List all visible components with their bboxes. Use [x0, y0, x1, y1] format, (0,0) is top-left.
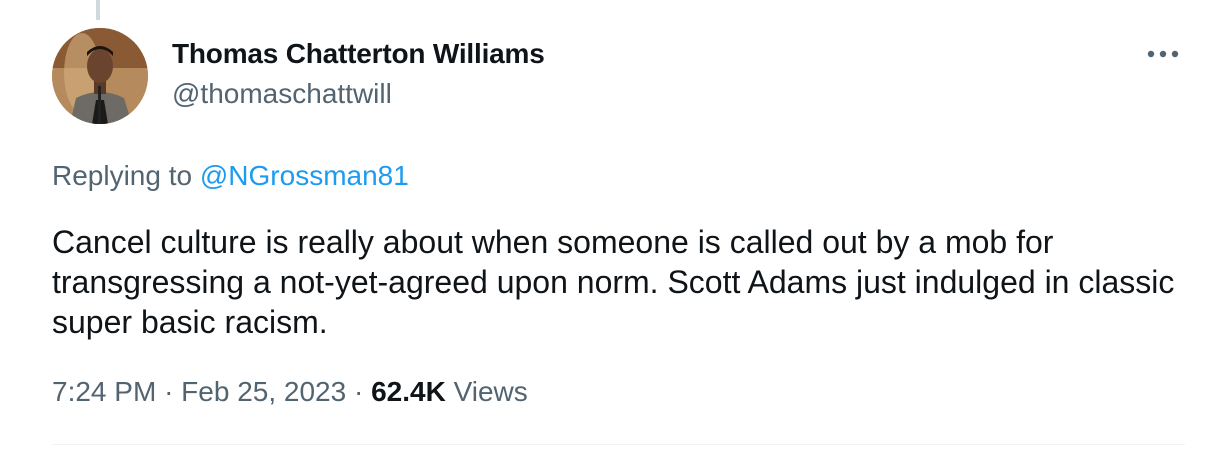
meta-separator: ·: [353, 376, 364, 407]
more-horizontal-icon: [1147, 50, 1179, 58]
divider: [52, 444, 1185, 445]
replying-to-label: Replying to: [52, 160, 193, 191]
tweet-date-link[interactable]: Feb 25, 2023: [181, 376, 346, 407]
views-label: Views: [453, 376, 528, 407]
avatar[interactable]: [52, 28, 148, 124]
replying-to-line: Replying to @NGrossman81: [52, 160, 409, 192]
author-handle[interactable]: @thomaschattwill: [172, 78, 392, 110]
author-display-name[interactable]: Thomas Chatterton Williams: [172, 38, 545, 70]
tweet-metadata: 7:24 PM · Feb 25, 2023 · 62.4K Views: [52, 376, 528, 408]
avatar-photo: [52, 28, 148, 124]
replying-to-mention-link[interactable]: @NGrossman81: [200, 160, 409, 191]
views-count[interactable]: 62.4K: [371, 376, 446, 407]
thread-connector-line: [96, 0, 100, 20]
more-options-button[interactable]: [1140, 36, 1186, 72]
tweet-text: Cancel culture is really about when some…: [52, 224, 1175, 340]
tweet-time-link[interactable]: 7:24 PM: [52, 376, 156, 407]
meta-separator: ·: [164, 376, 174, 407]
